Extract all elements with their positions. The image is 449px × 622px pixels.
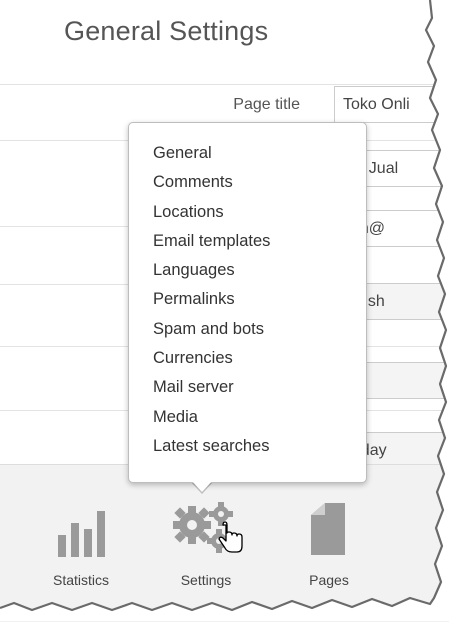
torn-edge-overlay	[0, 0, 449, 621]
